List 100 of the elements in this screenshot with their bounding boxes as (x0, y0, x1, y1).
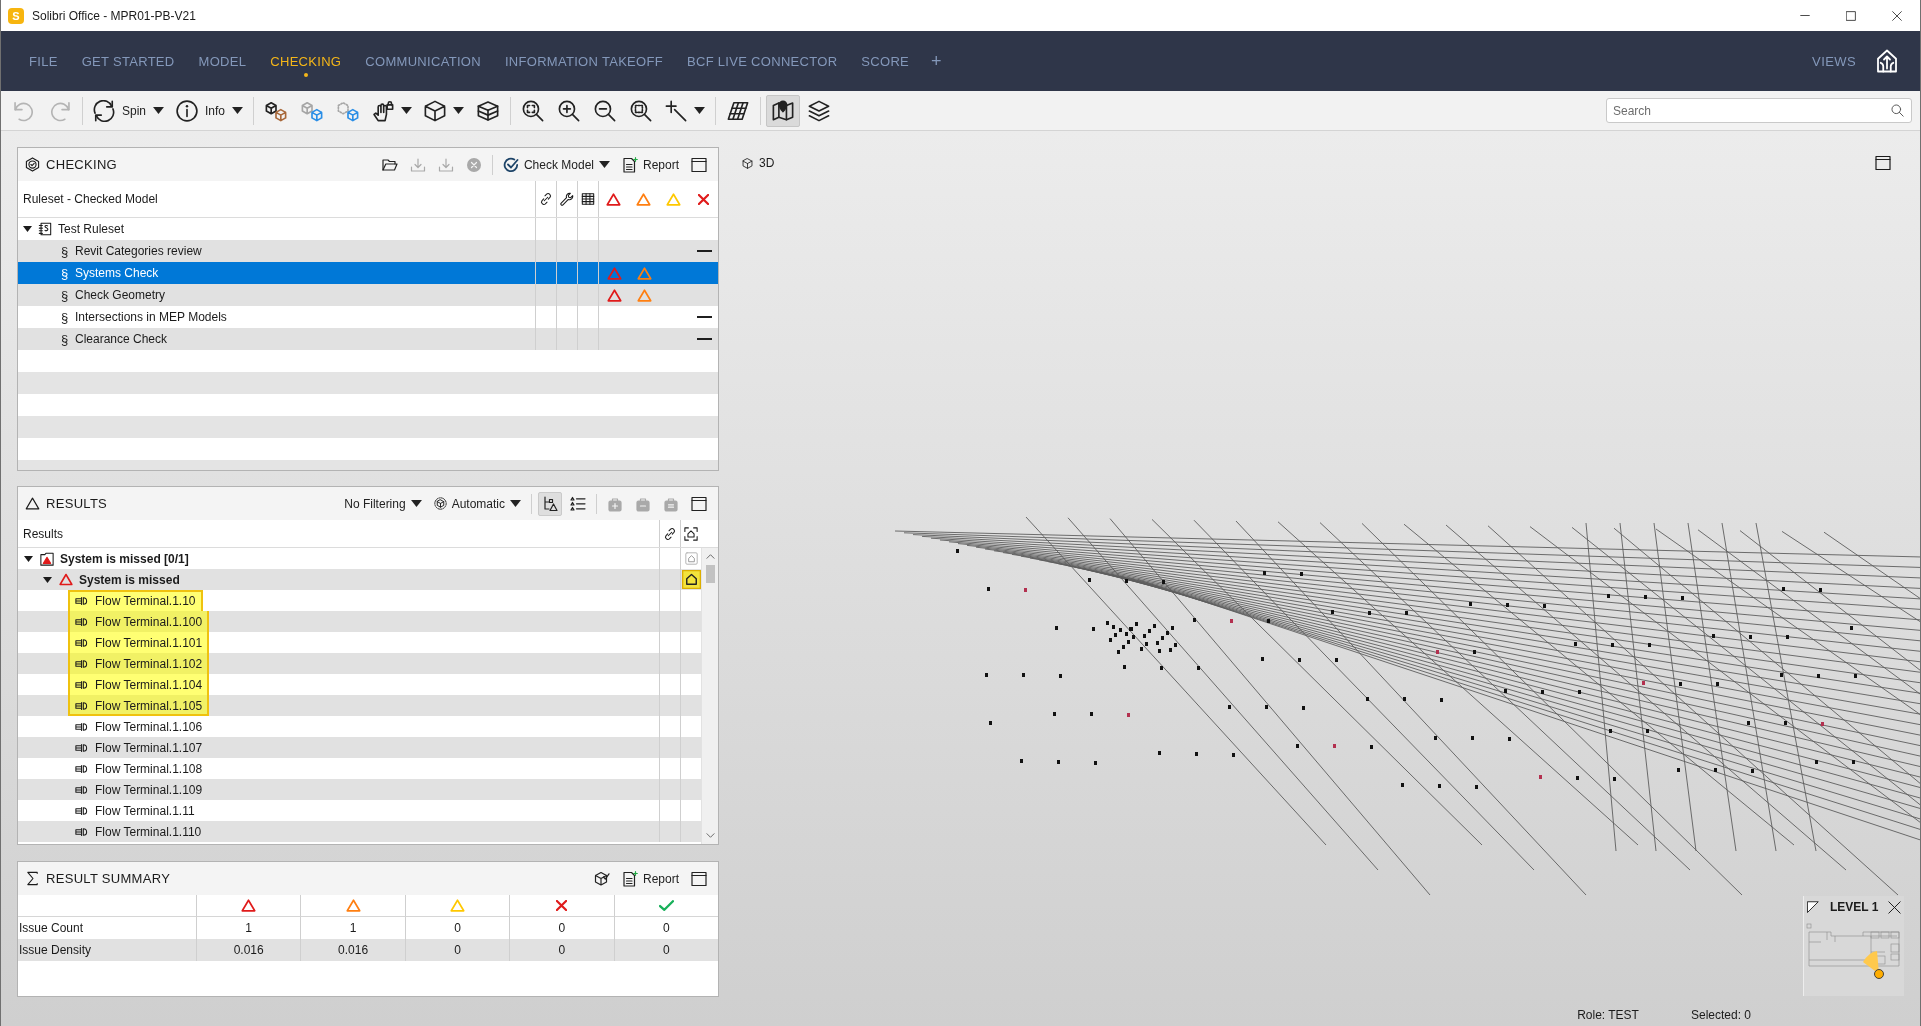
triangle-outline-icon (25, 496, 40, 511)
window-icon (691, 495, 707, 512)
caret-down-icon (232, 107, 244, 114)
rule-row[interactable]: § Systems Check (18, 262, 718, 284)
menu-tab[interactable]: BCF LIVE CONNECTOR (675, 31, 850, 91)
rule-label: Clearance Check (75, 332, 168, 346)
triangle-icon (606, 266, 622, 280)
corner-triangle-icon[interactable] (1807, 901, 1819, 913)
add-tab-button[interactable]: + (921, 41, 952, 81)
menu-tab[interactable]: FILE (17, 31, 70, 91)
info-dropdown[interactable]: Info (171, 94, 249, 127)
map-pin-button[interactable] (766, 94, 801, 127)
close-icon (1888, 900, 1901, 914)
row-label: Issue Density (18, 939, 196, 961)
check-circle-icon (502, 156, 519, 173)
result-label: Flow Terminal.1.109 (95, 782, 203, 797)
mode-dropdown[interactable]: Automatic (429, 491, 525, 516)
panel-title: CHECKING (46, 157, 118, 172)
menu-tab[interactable]: COMMUNICATION (353, 31, 493, 91)
caret-down-icon (401, 107, 413, 114)
info-icon (176, 99, 199, 122)
check-icon (658, 900, 674, 911)
spin-dropdown[interactable]: Spin (88, 94, 170, 127)
table-cell: 0 (509, 939, 614, 961)
crosshair-arrow-icon (665, 99, 688, 122)
result-label: Flow Terminal.1.105 (95, 698, 203, 713)
report-button[interactable]: Report (617, 866, 683, 891)
menu-tab[interactable]: SCORE (849, 31, 922, 91)
caret-down-icon (410, 500, 422, 507)
ruleset-label: Test Ruleset (58, 222, 125, 236)
dot-icon (303, 73, 308, 77)
maximize-icon (1846, 10, 1856, 21)
scroll-up-icon[interactable] (705, 554, 715, 559)
cube-icon (424, 99, 447, 122)
minimap-panel[interactable]: LEVEL 1 (1803, 896, 1904, 996)
dash-icon (696, 250, 712, 252)
notebook-icon (38, 222, 52, 236)
result-label: Flow Terminal.1.107 (95, 740, 203, 755)
scrollbar-thumb[interactable] (705, 565, 715, 583)
cubes-icon (265, 99, 288, 122)
column-header: Ruleset - Checked Model (23, 192, 158, 206)
view-label: 3D (759, 156, 775, 170)
scroll-down-icon[interactable] (705, 833, 715, 838)
result-row[interactable]: Flow Terminal.1.100 (18, 611, 701, 632)
report-button[interactable]: Report (617, 152, 683, 177)
folder-icon (381, 156, 398, 173)
report-icon (621, 870, 638, 887)
filter-dropdown[interactable]: No Filtering (340, 491, 426, 516)
menu-tab[interactable]: INFORMATION TAKEOFF (492, 31, 675, 91)
tree-view-button[interactable] (538, 491, 562, 516)
triangle-icon (606, 192, 621, 206)
result-row[interactable]: Flow Terminal.1.105 (18, 695, 701, 716)
tree-view-icon (542, 495, 558, 512)
section-symbol: § (60, 309, 69, 325)
download-icon (409, 156, 426, 173)
caret-down-icon[interactable] (23, 226, 32, 232)
views-icon-button[interactable] (1874, 48, 1900, 74)
scrollbar[interactable] (701, 548, 718, 844)
result-label: System is missed (79, 572, 180, 587)
result-label: System is missed [0/1] (60, 551, 189, 566)
menu-tab[interactable]: CHECKING (258, 31, 354, 91)
wrench-icon (560, 192, 574, 206)
result-row[interactable]: Flow Terminal.1.107 (18, 737, 701, 758)
caret-down-icon[interactable] (24, 555, 33, 562)
table-icon (581, 192, 595, 206)
menu-tab[interactable]: GET STARTED (69, 31, 187, 91)
camera-marker-icon[interactable] (1863, 951, 1884, 979)
result-row[interactable]: Flow Terminal.1.102 (18, 653, 701, 674)
result-row[interactable]: Flow Terminal.1.110 (18, 821, 701, 842)
result-row[interactable]: System is missed (18, 569, 701, 590)
search-icon (1891, 104, 1904, 117)
menu-tab[interactable]: MODEL (186, 31, 259, 91)
maximize-view-button[interactable] (1875, 155, 1891, 171)
table-cell: 0.016 (196, 939, 301, 961)
result-label: Flow Terminal.1.106 (95, 719, 203, 734)
close-minimap-button[interactable] (1888, 900, 1901, 914)
zoom-selection-icon (630, 99, 653, 122)
result-row[interactable]: Flow Terminal.1.109 (18, 779, 701, 800)
cubes-icon (337, 99, 360, 122)
caret-down-icon[interactable] (43, 576, 52, 583)
views-button[interactable]: VIEWS (1808, 46, 1860, 76)
triangle-icon (59, 573, 73, 586)
window-icon (691, 870, 707, 887)
result-label: Flow Terminal.1.100 (95, 614, 203, 629)
result-label: Flow Terminal.1.11 (95, 803, 195, 818)
app-logo: S (8, 7, 24, 24)
result-label: Flow Terminal.1.10 (95, 593, 196, 608)
section-symbol: § (60, 331, 69, 347)
rule-label: Revit Categories review (75, 244, 202, 258)
window-title: Solibri Office - MPR01-PB-V21 (32, 8, 196, 23)
rule-label: Systems Check (75, 266, 159, 280)
triangle-icon (241, 899, 257, 912)
close-icon (1892, 10, 1902, 21)
check-model-dropdown[interactable]: Check Model (498, 152, 614, 177)
caret-down-icon (453, 107, 465, 114)
search-field[interactable]: Search (1606, 98, 1912, 123)
window-icon (1875, 155, 1891, 171)
house-tile-icon[interactable] (681, 570, 701, 589)
house-tile-icon[interactable] (684, 552, 698, 565)
status-text: Role: TEST (1577, 1008, 1639, 1022)
